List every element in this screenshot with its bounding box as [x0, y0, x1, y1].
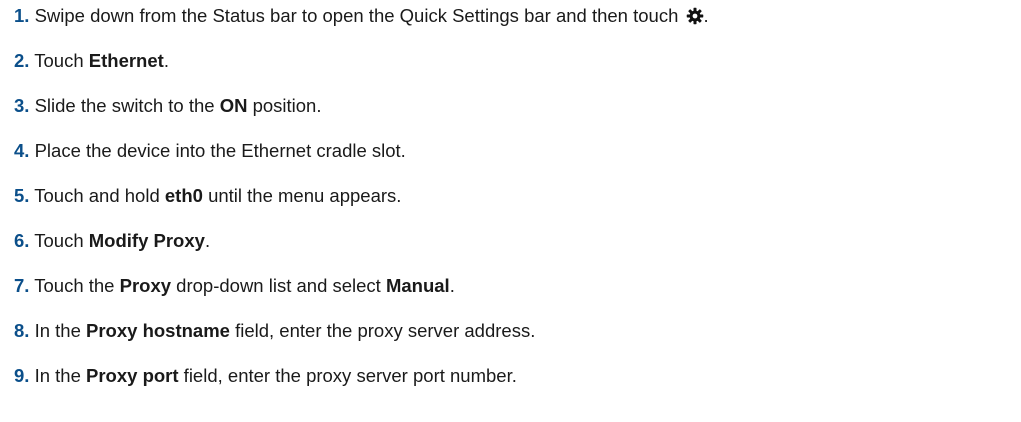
step-7: 7. Touch the Proxy drop-down list and se…: [14, 274, 455, 298]
step-bold-term: Ethernet: [88, 50, 164, 71]
step-text-end: field, enter the proxy server port numbe…: [178, 365, 517, 386]
step-number: 1.: [14, 5, 30, 26]
step-number: 3.: [14, 95, 30, 116]
step-bold-term: ON: [219, 95, 248, 116]
step-1: 1. Swipe down from the Status bar to ope…: [14, 4, 709, 28]
step-text: In the: [34, 320, 87, 341]
step-text-mid: drop-down list and select: [171, 275, 386, 296]
step-text: In the: [34, 365, 87, 386]
step-3: 3. Slide the switch to the ON position.: [14, 94, 321, 118]
step-6: 6. Touch Modify Proxy.: [14, 229, 210, 253]
step-text: Swipe down from the Status bar to open t…: [34, 5, 679, 26]
step-text-end: field, enter the proxy server address.: [229, 320, 536, 341]
step-text-end: until the menu appears.: [202, 185, 402, 206]
step-text-end: .: [703, 5, 709, 26]
step-8: 8. In the Proxy hostname field, enter th…: [14, 319, 535, 343]
step-bold-term: Proxy hostname: [86, 320, 230, 341]
step-number: 4.: [14, 140, 30, 161]
step-text: Touch the: [34, 275, 120, 296]
step-text-end: .: [163, 50, 169, 71]
step-bold-term-2: Manual: [385, 275, 450, 296]
step-text: Touch: [34, 50, 89, 71]
step-text-end: position.: [247, 95, 322, 116]
step-5: 5. Touch and hold eth0 until the menu ap…: [14, 184, 401, 208]
step-number: 8.: [14, 320, 30, 341]
step-number: 2.: [14, 50, 30, 71]
step-bold-term: eth0: [164, 185, 203, 206]
step-9: 9. In the Proxy port field, enter the pr…: [14, 364, 517, 388]
step-text: Touch and hold: [34, 185, 165, 206]
step-bold-term: Proxy port: [86, 365, 179, 386]
step-text: Touch: [34, 230, 89, 251]
step-text-end: .: [449, 275, 455, 296]
step-2: 2. Touch Ethernet.: [14, 49, 169, 73]
step-number: 5.: [14, 185, 30, 206]
gear-icon: [686, 7, 703, 25]
step-text: Slide the switch to the: [34, 95, 220, 116]
step-4: 4. Place the device into the Ethernet cr…: [14, 139, 406, 163]
step-number: 7.: [14, 275, 30, 296]
step-bold-term: Proxy: [119, 275, 172, 296]
step-bold-term: Modify Proxy: [88, 230, 205, 251]
step-text-end: .: [204, 230, 211, 251]
step-number: 6.: [14, 230, 30, 251]
step-number: 9.: [14, 365, 30, 386]
step-text: Place the device into the Ethernet cradl…: [34, 140, 406, 161]
